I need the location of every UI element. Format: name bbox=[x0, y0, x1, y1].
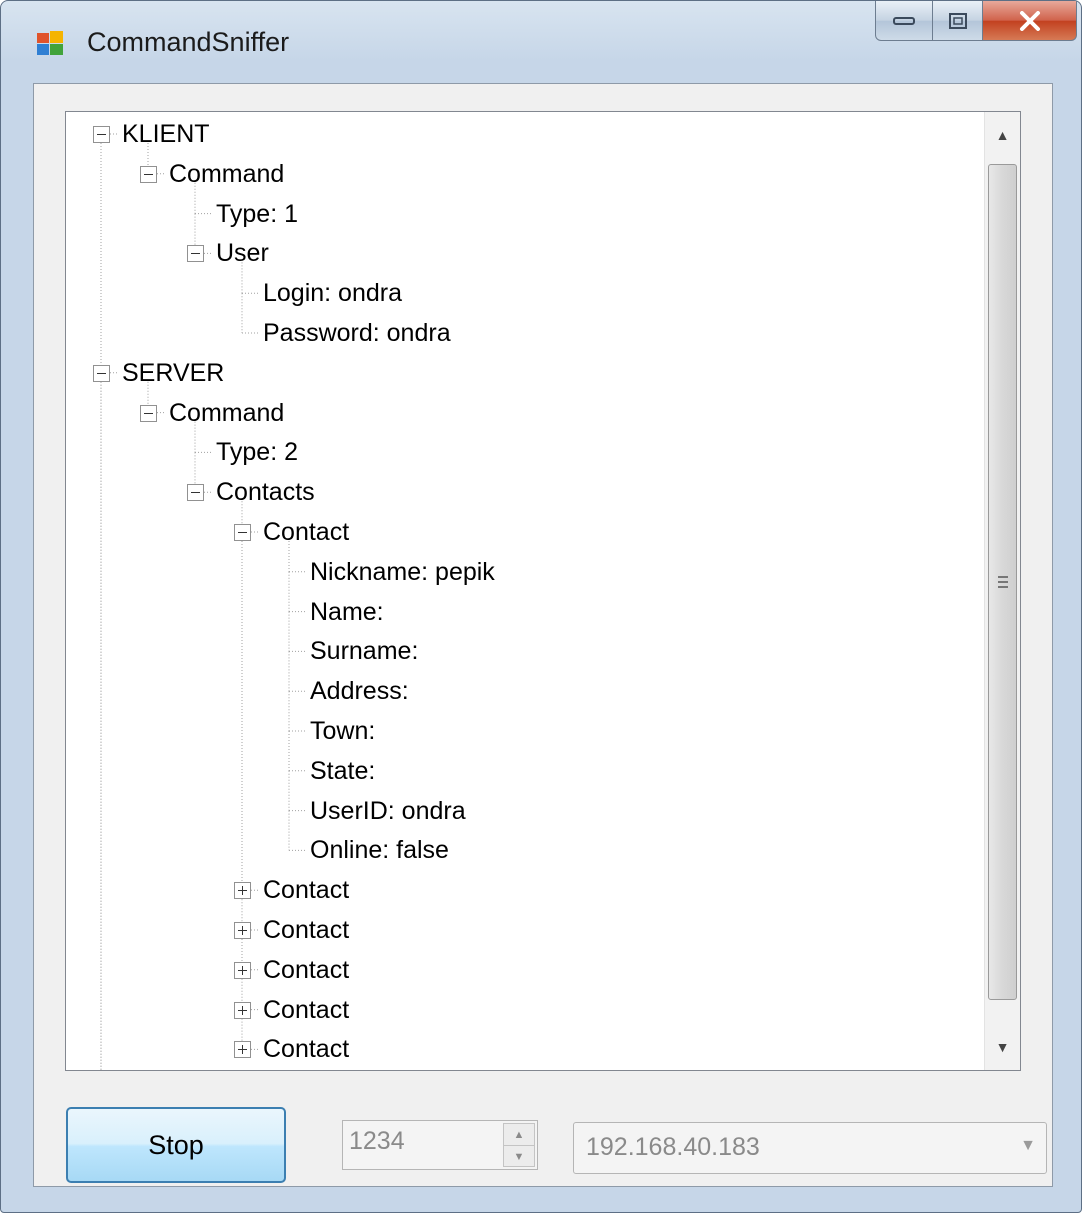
tree-node-label[interactable]: Contact bbox=[263, 915, 349, 945]
client-area: KLIENT Command Type: 1 User Login: ondra Pass… bbox=[33, 83, 1053, 1187]
tree-node-label[interactable]: Town: bbox=[310, 716, 375, 746]
collapse-icon[interactable] bbox=[140, 404, 157, 422]
minimize-button[interactable] bbox=[875, 1, 933, 41]
ip-address-dropdown[interactable]: 192.168.40.183 ▼ bbox=[573, 1122, 1047, 1174]
tree-node-label[interactable]: Contact bbox=[263, 517, 349, 547]
expand-icon[interactable] bbox=[234, 882, 251, 900]
collapse-icon[interactable] bbox=[140, 165, 157, 183]
collapse-icon[interactable] bbox=[187, 484, 204, 502]
tree-node-label[interactable]: Login: ondra bbox=[263, 278, 402, 308]
tree-node-label[interactable]: Contacts bbox=[216, 477, 315, 507]
collapse-icon[interactable] bbox=[234, 524, 251, 541]
tree-node-label[interactable]: Contact bbox=[263, 995, 349, 1025]
tree-node-label[interactable]: Contact bbox=[263, 875, 349, 905]
tree-node-label[interactable]: State: bbox=[310, 756, 375, 786]
tree-node-label[interactable]: Command bbox=[169, 159, 284, 189]
main-window: CommandSniffer KLIENT Command Type: 1 User L… bbox=[0, 0, 1082, 1213]
tree-node-label[interactable]: KLIENT bbox=[122, 119, 210, 149]
tree-node-label[interactable]: Command bbox=[169, 398, 284, 428]
title-bar[interactable]: CommandSniffer bbox=[1, 1, 1081, 85]
close-icon bbox=[1019, 10, 1040, 31]
collapse-icon[interactable] bbox=[187, 245, 204, 263]
minimize-icon bbox=[893, 16, 915, 25]
stop-button[interactable]: Stop bbox=[66, 1107, 286, 1183]
tree-node-label[interactable]: User bbox=[216, 238, 269, 268]
expand-icon[interactable] bbox=[234, 922, 251, 939]
port-spinner[interactable]: ▲ ▼ bbox=[503, 1123, 535, 1167]
port-input[interactable]: 1234 ▲ ▼ bbox=[342, 1120, 538, 1170]
expand-icon[interactable] bbox=[234, 961, 251, 979]
scroll-up-arrow-icon[interactable]: ▲ bbox=[985, 114, 1020, 156]
close-button[interactable] bbox=[983, 1, 1077, 41]
command-tree-view[interactable]: KLIENT Command Type: 1 User Login: ondra Pass… bbox=[65, 111, 1021, 1071]
tree-connector-lines bbox=[100, 133, 307, 1070]
vertical-scrollbar[interactable]: ▲ ▼ bbox=[984, 112, 1020, 1070]
app-icon bbox=[37, 31, 63, 55]
grip-icon bbox=[998, 573, 1008, 591]
tree-node-label[interactable]: Surname: bbox=[310, 636, 418, 666]
ip-address-value: 192.168.40.183 bbox=[586, 1133, 760, 1161]
dropdown-arrow-icon[interactable]: ▼ bbox=[1020, 1137, 1036, 1155]
expand-icon[interactable] bbox=[234, 1001, 251, 1019]
tree-node-label[interactable]: Name: bbox=[310, 597, 384, 627]
maximize-icon bbox=[948, 12, 967, 29]
tree-node-label[interactable]: SERVER bbox=[122, 358, 224, 388]
spin-up-icon[interactable]: ▲ bbox=[504, 1124, 534, 1146]
tree-node-label[interactable]: Contact bbox=[263, 955, 349, 985]
port-value: 1234 bbox=[349, 1127, 405, 1155]
tree-node-label[interactable]: UserID: ondra bbox=[310, 796, 466, 826]
tree-node-label[interactable]: Type: 1 bbox=[216, 199, 298, 229]
tree-node-label[interactable]: Contact bbox=[263, 1034, 349, 1064]
window-title: CommandSniffer bbox=[87, 27, 290, 57]
expand-icon[interactable] bbox=[234, 1041, 251, 1059]
tree-node-label[interactable]: Online: false bbox=[310, 835, 449, 865]
maximize-button[interactable] bbox=[933, 1, 983, 41]
tree-node-label[interactable]: Type: 2 bbox=[216, 437, 298, 467]
scrollbar-thumb[interactable] bbox=[988, 164, 1017, 1000]
collapse-icon[interactable] bbox=[93, 126, 110, 143]
spin-down-icon[interactable]: ▼ bbox=[504, 1146, 534, 1167]
tree-node-label[interactable]: Nickname: pepik bbox=[310, 557, 495, 587]
tree-node-label[interactable]: Password: ondra bbox=[263, 318, 451, 348]
collapse-icon[interactable] bbox=[93, 364, 110, 382]
scroll-down-arrow-icon[interactable]: ▼ bbox=[985, 1026, 1020, 1068]
tree-node-label[interactable]: Address: bbox=[310, 676, 409, 706]
